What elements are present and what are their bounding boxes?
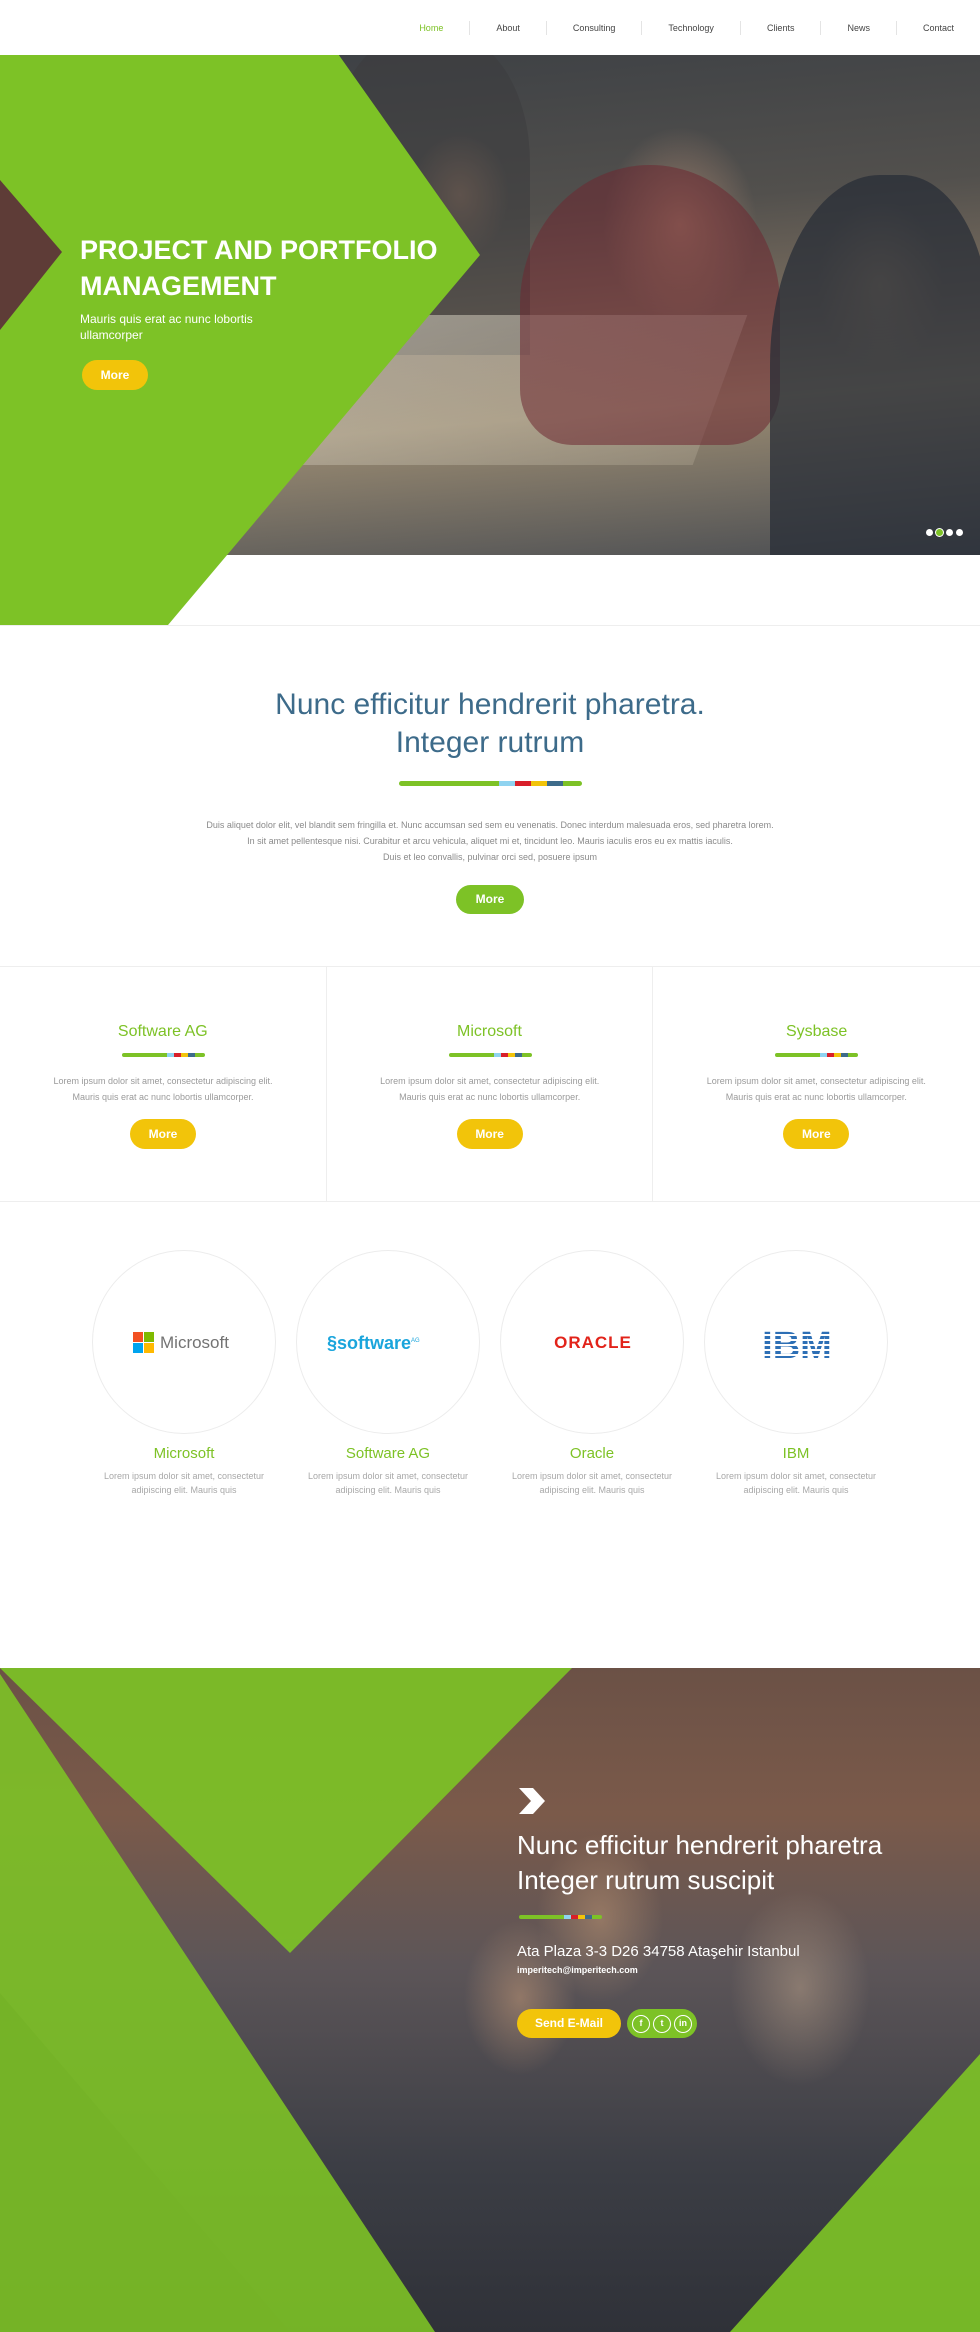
client-text: Lorem ipsum dolor sit amet, consectetur … [103,1471,265,1495]
intro-text-line-1: Duis aliquet dolor elit, vel blandit sem… [206,820,774,830]
service-card: Microsoft Lorem ipsum dolor sit amet, co… [327,967,654,1201]
client-card: Microsoft Microsoft Lorem ipsum dolor si… [92,1250,276,1495]
hero-title: PROJECT AND PORTFOLIO MANAGEMENT [80,235,438,301]
slider-dot-4[interactable] [956,529,963,536]
software-ag-logo: §softwareAG [327,1333,420,1353]
intro-more-button[interactable]: More [456,885,524,914]
slider-dot-1[interactable] [926,529,933,536]
hero-section: IT GOVERNANCE AND PROJECT MANAGEMENT COM… [0,0,980,625]
service-text: Lorem ipsum dolor sit amet, consectetur … [706,1076,926,1102]
client-card: ORACLE Oracle Lorem ipsum dolor sit amet… [500,1250,684,1495]
client-card: IBM IBM Lorem ipsum dolor sit amet, cons… [704,1250,888,1495]
hero-subtitle: Mauris quis erat ac nunc lobortis ullamc… [80,312,253,342]
service-title: Sysbase [785,1023,848,1040]
contact-section: Nunc efficitur hendrerit pharetra Intege… [0,1668,980,2332]
client-name: Microsoft [153,1445,215,1462]
client-name: Oracle [569,1445,615,1462]
service-title: Software AG [117,1023,208,1040]
client-text: Lorem ipsum dolor sit amet, consectetur … [307,1471,469,1495]
client-card: §softwareAG Software AG Lorem ipsum dolo… [296,1250,480,1495]
nav-item-about[interactable]: About [469,20,546,35]
intro-title-line-2: Integer rutrum [395,726,585,759]
nav-item-clients[interactable]: Clients [739,20,821,35]
service-color-bar [775,1053,859,1057]
client-logo-circle[interactable]: ORACLE [500,1250,684,1434]
svg-text:IBM: IBM [762,1325,832,1367]
nav-item-contact[interactable]: Contact [895,20,980,35]
intro-text: Duis aliquet dolor elit, vel blandit sem… [150,817,830,865]
contact-color-bar [519,1915,602,1919]
software-ag-swirl-icon: § [327,1333,338,1353]
service-text: Lorem ipsum dolor sit amet, consectetur … [53,1076,273,1102]
service-title: Microsoft [457,1023,522,1040]
intro-title: Nunc efficitur hendrerit pharetra. Integ… [0,686,980,762]
main-nav: Home About Consulting Technology Clients… [0,0,980,55]
intro-color-bar [399,781,582,786]
service-color-bar [448,1053,532,1057]
nav-item-news[interactable]: News [820,20,896,35]
microsoft-grid-icon [133,1332,154,1353]
nav-item-technology[interactable]: Technology [641,20,740,35]
service-color-bar [122,1053,205,1057]
chevron-right-icon [519,1788,545,1814]
twitter-icon[interactable]: t [653,2014,671,2033]
client-logo-circle[interactable]: IBM [704,1250,888,1434]
client-name: IBM [782,1445,810,1462]
contact-email-link[interactable]: imperitech@imperitech.com [517,1965,638,1975]
linkedin-icon[interactable]: in [674,2014,692,2033]
nav-item-home[interactable]: Home [393,21,469,35]
service-more-button[interactable]: More [783,1119,850,1149]
social-links: f t in [627,2009,697,2038]
send-email-button[interactable]: Send E-Mail [517,2009,621,2038]
service-card: Sysbase Lorem ipsum dolor sit amet, cons… [653,967,980,1201]
client-text: Lorem ipsum dolor sit amet, consectetur … [715,1471,877,1495]
facebook-icon[interactable]: f [632,2014,650,2033]
services-section: Software AG Lorem ipsum dolor sit amet, … [0,966,980,1202]
slider-dot-2[interactable] [936,529,943,536]
service-more-button[interactable]: More [456,1119,523,1149]
intro-text-line-2: In sit amet pellentesque nisi. Curabitur… [247,836,733,846]
intro-title-line-1: Nunc efficitur hendrerit pharetra. [275,688,705,721]
section-divider [0,625,980,626]
slider-dots [926,529,963,536]
service-card: Software AG Lorem ipsum dolor sit amet, … [0,967,327,1201]
contact-address: Ata Plaza 3-3 D26 34758 Ataşehir Istanbu… [517,1943,800,1960]
hero-more-button[interactable]: More [82,360,148,390]
nav-item-consulting[interactable]: Consulting [545,20,642,35]
service-text: Lorem ipsum dolor sit amet, consectetur … [380,1076,600,1102]
client-name: Software AG [345,1445,431,1462]
intro-text-line-3: Duis et leo convallis, pulvinar orci sed… [382,852,598,862]
oracle-logo: ORACLE [554,1333,632,1352]
client-logo-circle[interactable]: §softwareAG [296,1250,480,1434]
slider-dot-3[interactable] [946,529,953,536]
contact-title: Nunc efficitur hendrerit pharetra Intege… [517,1830,883,1895]
ibm-logo: IBM [762,1325,832,1367]
microsoft-logo: Microsoft [133,1332,237,1356]
client-text: Lorem ipsum dolor sit amet, consectetur … [511,1471,673,1495]
client-logo-circle[interactable]: Microsoft [92,1250,276,1434]
service-more-button[interactable]: More [130,1119,196,1149]
